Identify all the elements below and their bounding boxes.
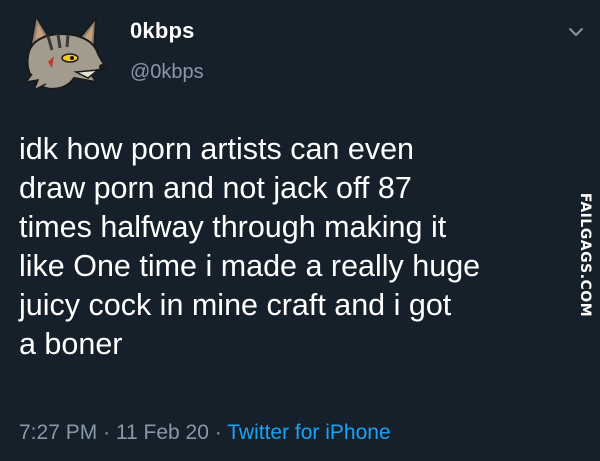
user-handle[interactable]: @0kbps xyxy=(130,61,204,84)
watermark: FAILGAGS.COM xyxy=(572,193,598,317)
tweet-card: 0kbps @0kbps idk how porn artists can ev… xyxy=(0,0,600,461)
wolf-avatar-icon xyxy=(24,13,108,92)
meta-separator: · xyxy=(103,421,111,444)
chevron-down-icon xyxy=(569,28,583,36)
avatar[interactable] xyxy=(18,12,108,102)
tweet-date[interactable]: 11 Feb 20 xyxy=(116,421,209,444)
tweet-time[interactable]: 7:27 PM xyxy=(19,421,97,444)
watermark-text: FAILGAGS.COM xyxy=(577,192,593,318)
tweet-meta: 7:27 PM · 11 Feb 20 · Twitter for iPhone xyxy=(19,421,391,445)
display-name[interactable]: 0kbps xyxy=(130,18,195,44)
tweet-source-link[interactable]: Twitter for iPhone xyxy=(227,421,390,444)
tweet-text: idk how porn artists can even draw porn … xyxy=(19,132,481,361)
tweet-menu-button[interactable] xyxy=(566,22,586,42)
meta-separator: · xyxy=(214,421,222,444)
